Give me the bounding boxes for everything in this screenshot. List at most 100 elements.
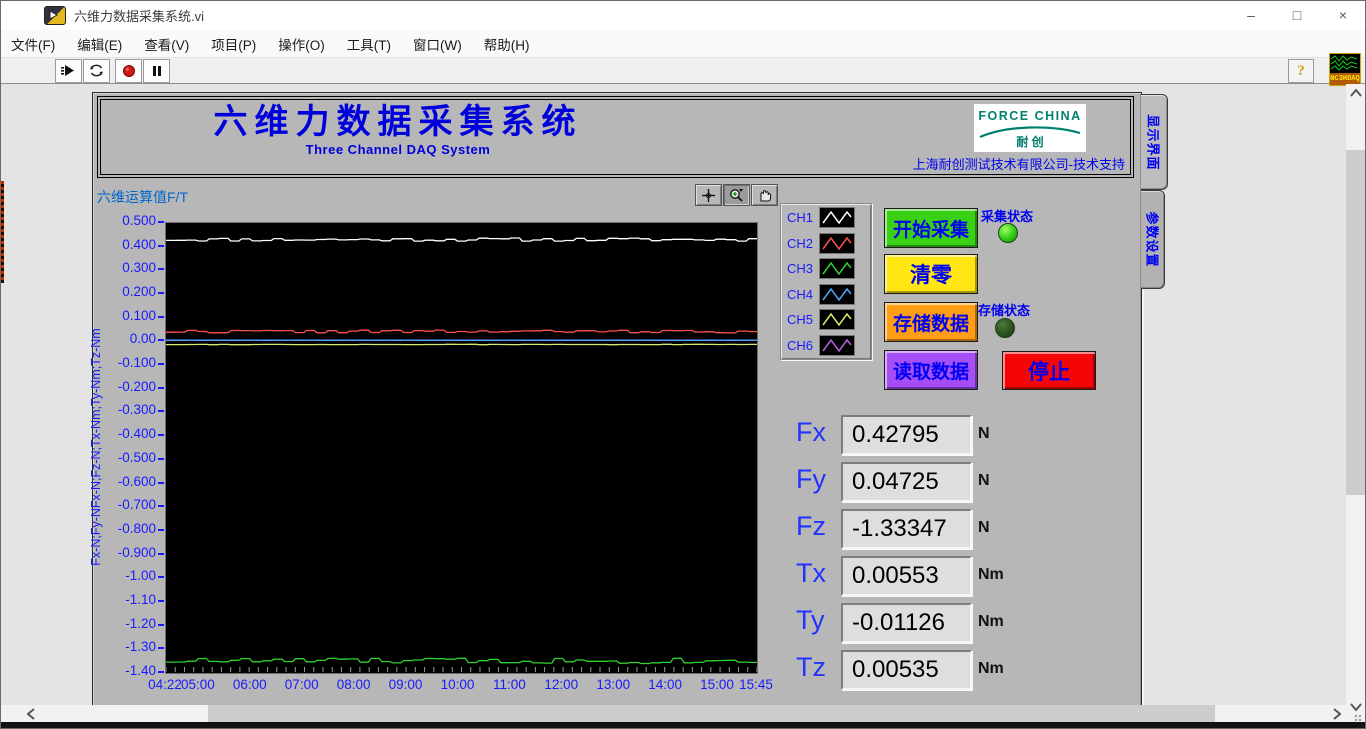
readout-unit-ty: Nm [978,613,1004,630]
pan-tool-button[interactable] [751,184,778,206]
clear-zero-button[interactable]: 清零 [884,254,978,294]
x-minor-ticks [165,667,758,672]
readout-value-ty[interactable]: -0.01126 [841,603,972,643]
title-bar: 六维力数据采集系统.vi – □ × [0,0,1366,30]
y-tick-mark [158,339,164,342]
y-tick-mark [158,481,164,484]
store-data-label: 存储数据 [892,313,969,335]
minimize-button[interactable]: – [1228,0,1274,30]
y-tick-mark [158,623,164,626]
readout-value-tx[interactable]: 0.00553 [841,556,972,596]
y-tick-label: -0.700 [117,497,156,513]
pan-hand-icon [760,190,771,202]
readout-value-fz[interactable]: -1.33347 [841,509,972,549]
vertical-scrollbar-thumb[interactable] [1346,150,1366,495]
chevron-left-icon [27,708,35,720]
y-tick-label: -1.00 [125,568,156,584]
menu-item-7[interactable]: 窗口(W) [402,34,473,54]
stop-label: 停止 [1028,360,1070,384]
maximize-icon: □ [1292,7,1302,23]
readout-value-text: 0.42795 [852,421,939,448]
x-tick-label: 10:00 [440,677,475,692]
scroll-up-button[interactable] [1348,86,1364,100]
y-tick-label: -0.600 [117,473,156,489]
y-tick-label: -0.900 [117,544,156,560]
store-data-button[interactable]: 存储数据 [884,302,978,342]
scroll-down-button[interactable] [1348,700,1364,714]
readout-unit-fy: N [978,472,990,489]
legend-swatch-ch1 [819,207,856,229]
y-tick-label: -1.10 [125,591,156,607]
window-controls: – □ × [1228,0,1366,30]
left-edge-artifact [0,181,4,283]
scroll-right-button[interactable] [1330,707,1344,721]
y-tick-mark [158,292,164,295]
readout-value-tz[interactable]: 0.00535 [841,650,972,690]
zoom-tool-button[interactable] [723,184,750,206]
waveform-chart-plot[interactable] [165,222,758,674]
legend-label-ch1: CH1 [787,210,814,226]
run-button[interactable] [55,58,82,83]
legend-row: CH6 [787,333,871,357]
readout-value-fx[interactable]: 0.42795 [841,415,972,455]
x-tick-label: 09:00 [388,677,423,692]
legend-row: CH5 [787,308,871,332]
scroll-left-button[interactable] [24,707,38,721]
y-tick-mark [158,599,164,602]
menu-item-8[interactable]: 帮助(H) [473,34,541,54]
y-tick-mark [158,505,164,508]
start-acquisition-button[interactable]: 开始采集 [884,208,978,248]
y-tick-label: -1.40 [125,663,156,678]
close-icon: × [1338,7,1348,23]
toolbar-buttons [55,58,171,83]
resize-grip[interactable] [1354,714,1362,722]
readout-label-tx: Tx [796,558,826,588]
start-acquisition-label: 开始采集 [892,219,969,241]
toolbar: ? NC3HDAQ [0,53,1366,86]
horizontal-scrollbar-thumb[interactable] [208,705,1215,722]
x-tick-label: 06:00 [232,677,267,692]
run-icon [61,65,74,76]
y-tick-label: -0.200 [117,378,156,394]
y-tick-label: -1.30 [125,639,156,655]
chevron-up-icon [1350,89,1362,97]
abort-button[interactable] [115,58,142,83]
run-continuous-icon [90,64,103,77]
y-tick-mark [158,315,164,318]
vi-icon[interactable]: NC3HDAQ [1329,53,1361,86]
read-data-button[interactable]: 读取数据 [884,350,978,390]
menu-item-5[interactable]: 操作(O) [267,34,336,54]
menu-item-3[interactable]: 查看(V) [133,34,200,54]
menu-item-4[interactable]: 项目(P) [200,34,267,54]
tab-parameter-settings[interactable]: 参数设置 [1141,190,1165,289]
readout-value-text: 0.00553 [852,562,939,589]
stop-button[interactable]: 停止 [1002,351,1096,390]
run-continuous-button[interactable] [83,58,110,83]
menu-item-2[interactable]: 编辑(E) [66,34,133,54]
y-tick-label: -0.100 [117,355,156,371]
logo-text-force-china: FORCE CHINA [978,109,1082,123]
y-tick-mark [158,386,164,389]
cursor-tool-button[interactable] [695,184,722,206]
abort-icon [122,64,135,77]
menu-item-6[interactable]: 工具(T) [336,34,402,54]
legend-swatch-ch4 [819,283,856,305]
maximize-button[interactable]: □ [1274,0,1320,30]
menu-item-1[interactable]: 文件(F) [0,34,66,54]
y-tick-mark [158,576,164,579]
header-box: 六维力数据采集系统 Three Channel DAQ System FORCE… [97,96,1134,178]
legend-label-ch6: CH6 [787,337,814,353]
y-tick-label: 0.500 [122,213,156,228]
context-help-button[interactable]: ? [1288,59,1314,83]
close-button[interactable]: × [1320,0,1366,30]
tab-display-interface[interactable]: 显示界面 [1141,94,1168,190]
readout-value-fy[interactable]: 0.04725 [841,462,972,502]
legend-swatch-ch6 [819,334,856,356]
chevron-down-icon [1350,703,1362,711]
chart-title: 六维运算值F/T [97,189,188,205]
pause-button[interactable] [143,58,170,83]
y-tick-mark [158,363,164,366]
header-center: 六维力数据采集系统 Three Channel DAQ System [98,104,698,157]
legend-label-ch2: CH2 [787,235,814,251]
legend-row: CH3 [787,257,871,281]
